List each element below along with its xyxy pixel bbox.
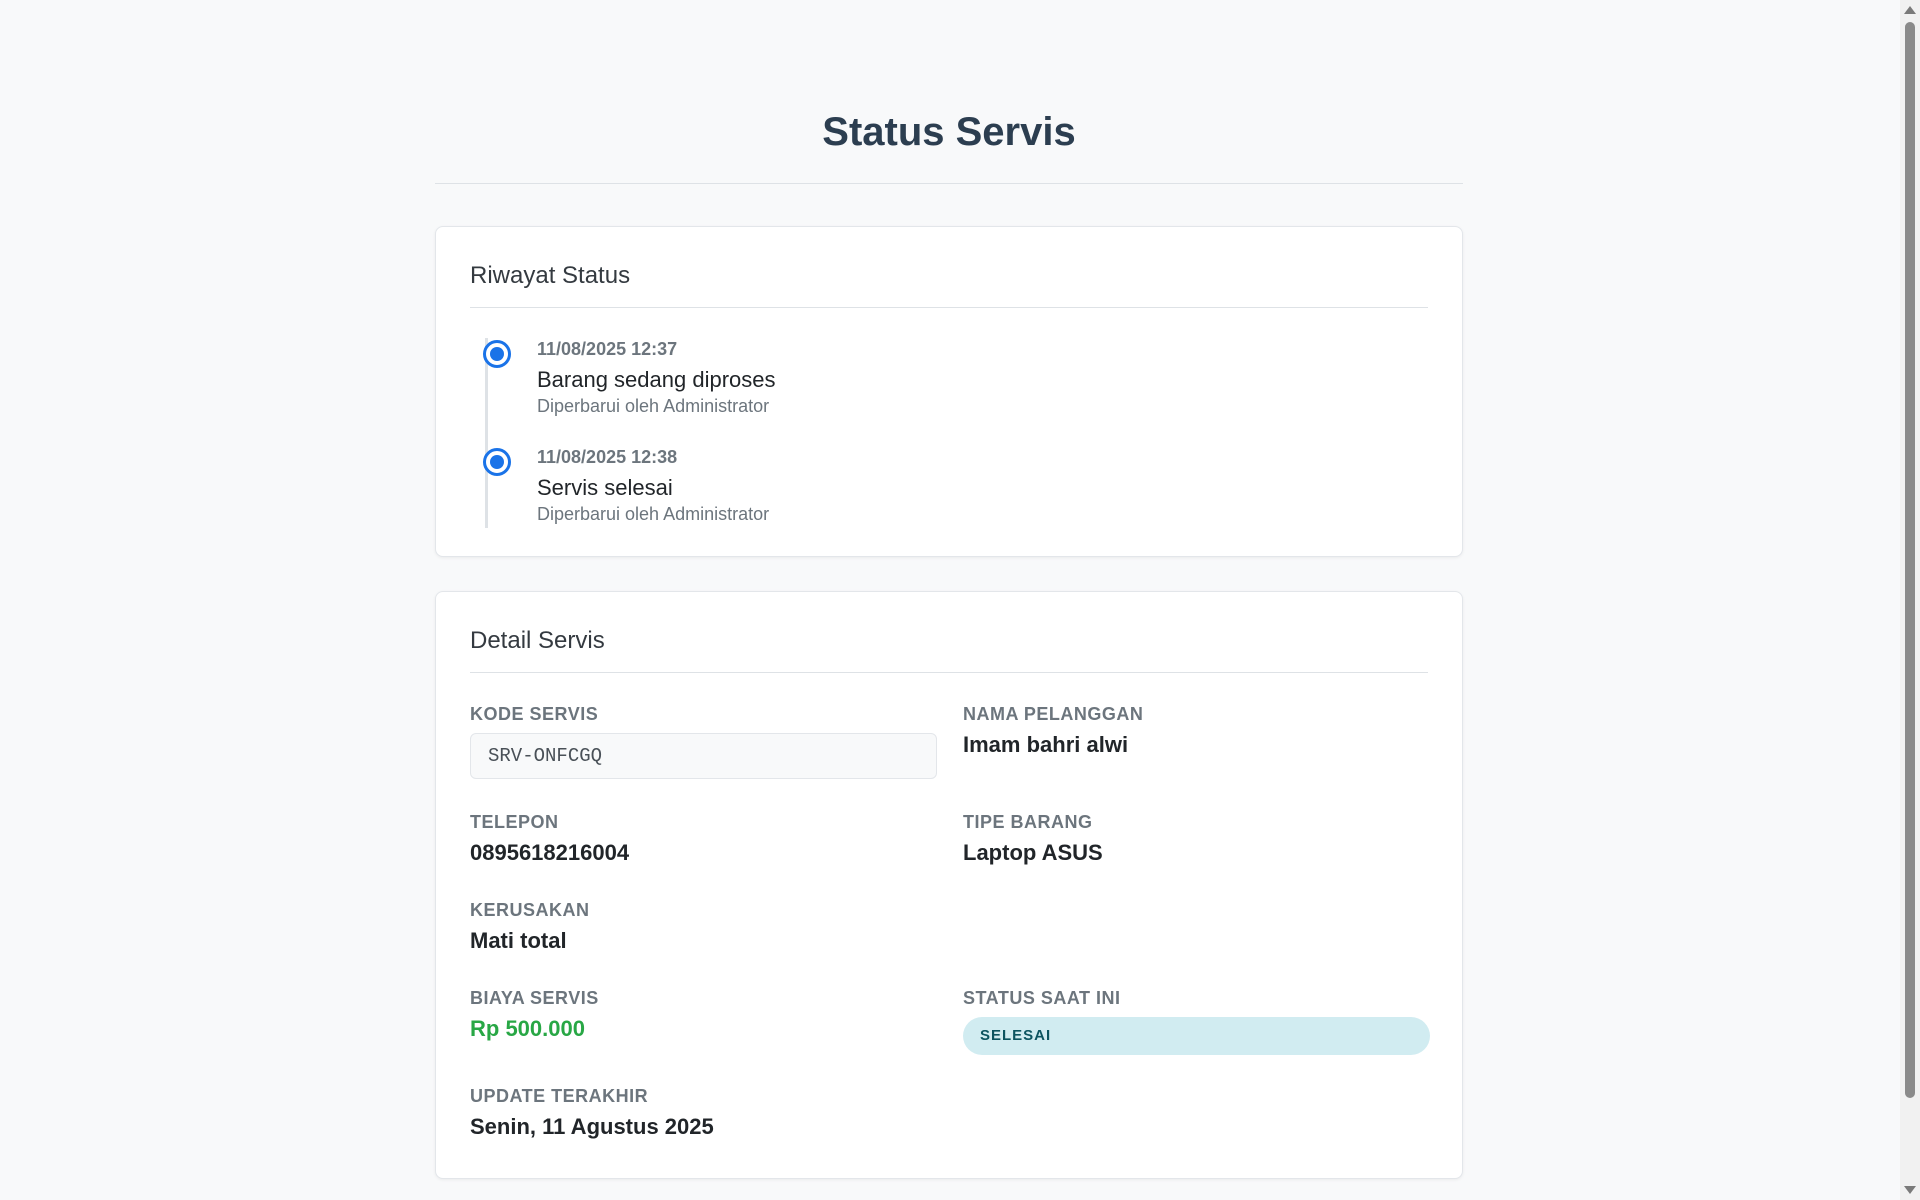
- timeline-status: Barang sedang diproses: [537, 367, 776, 392]
- scroll-up-arrow-icon[interactable]: [1904, 6, 1916, 14]
- field-kode-servis: KODE SERVIS SRV-ONFCGQ: [470, 703, 937, 779]
- timeline-time: 11/08/2025 12:37: [537, 339, 678, 359]
- timeline-item: 11/08/2025 12:37 Barang sedang diproses …: [483, 338, 1428, 446]
- field-update-terakhir: UPDATE TERAKHIR Senin, 11 Agustus 2025: [470, 1085, 937, 1141]
- field-kerusakan: KERUSAKAN Mati total: [470, 899, 937, 955]
- field-telepon: TELEPON 0895618216004: [470, 811, 937, 867]
- timeline-dot-icon: [483, 340, 511, 368]
- biaya-servis-value: Rp 500.000: [470, 1016, 585, 1041]
- kode-servis-label: KODE SERVIS: [470, 704, 599, 724]
- title-divider: [435, 183, 1463, 184]
- kerusakan-label: KERUSAKAN: [470, 900, 590, 920]
- nama-pelanggan-label: NAMA PELANGGAN: [963, 704, 1144, 724]
- service-detail-card: Detail Servis KODE SERVIS SRV-ONFCGQ NAM…: [435, 591, 1463, 1179]
- timeline-updated-by: Diperbarui oleh Administrator: [537, 504, 770, 524]
- telepon-value: 0895618216004: [470, 840, 630, 865]
- status-badge: SELESAI: [963, 1017, 1430, 1055]
- page-viewport: Status Servis Riwayat Status 11/08/2025 …: [0, 0, 1920, 1200]
- status-history-title: Riwayat Status: [470, 227, 1428, 308]
- timeline-updated-by: Diperbarui oleh Administrator: [537, 396, 770, 416]
- status-history-card: Riwayat Status 11/08/2025 12:37 Barang s…: [435, 226, 1463, 557]
- kerusakan-value: Mati total: [470, 928, 567, 953]
- timeline-dot-icon: [483, 448, 511, 476]
- nama-pelanggan-value: Imam bahri alwi: [963, 732, 1129, 757]
- status-saat-ini-label: STATUS SAAT INI: [963, 988, 1121, 1008]
- field-tipe-barang: TIPE BARANG Laptop ASUS: [963, 811, 1430, 867]
- telepon-label: TELEPON: [470, 812, 559, 832]
- field-biaya-servis: BIAYA SERVIS Rp 500.000: [470, 987, 937, 1043]
- tipe-barang-value: Laptop ASUS: [963, 840, 1103, 865]
- timeline-line: [485, 338, 488, 528]
- field-status-saat-ini: STATUS SAAT INI SELESAI: [963, 987, 1430, 1055]
- scroll-down-arrow-icon[interactable]: [1904, 1186, 1916, 1194]
- status-timeline: 11/08/2025 12:37 Barang sedang diproses …: [470, 338, 1428, 554]
- service-detail-grid: KODE SERVIS SRV-ONFCGQ NAMA PELANGGAN Im…: [470, 673, 1430, 1173]
- update-terakhir-label: UPDATE TERAKHIR: [470, 1086, 649, 1106]
- service-detail-title: Detail Servis: [470, 592, 1428, 673]
- kode-servis-value[interactable]: SRV-ONFCGQ: [470, 733, 937, 779]
- timeline-time: 11/08/2025 12:38: [537, 447, 678, 467]
- biaya-servis-label: BIAYA SERVIS: [470, 988, 599, 1008]
- tipe-barang-label: TIPE BARANG: [963, 812, 1093, 832]
- page-title: Status Servis: [822, 110, 1076, 154]
- scrollbar-thumb[interactable]: [1905, 22, 1915, 1098]
- timeline-status: Servis selesai: [537, 475, 673, 500]
- field-nama-pelanggan: NAMA PELANGGAN Imam bahri alwi: [963, 703, 1430, 759]
- vertical-scrollbar[interactable]: [1900, 0, 1920, 1200]
- timeline-item: 11/08/2025 12:38 Servis selesai Diperbar…: [483, 446, 1428, 554]
- update-terakhir-value: Senin, 11 Agustus 2025: [470, 1114, 714, 1139]
- main-container: Status Servis Riwayat Status 11/08/2025 …: [435, 0, 1463, 1179]
